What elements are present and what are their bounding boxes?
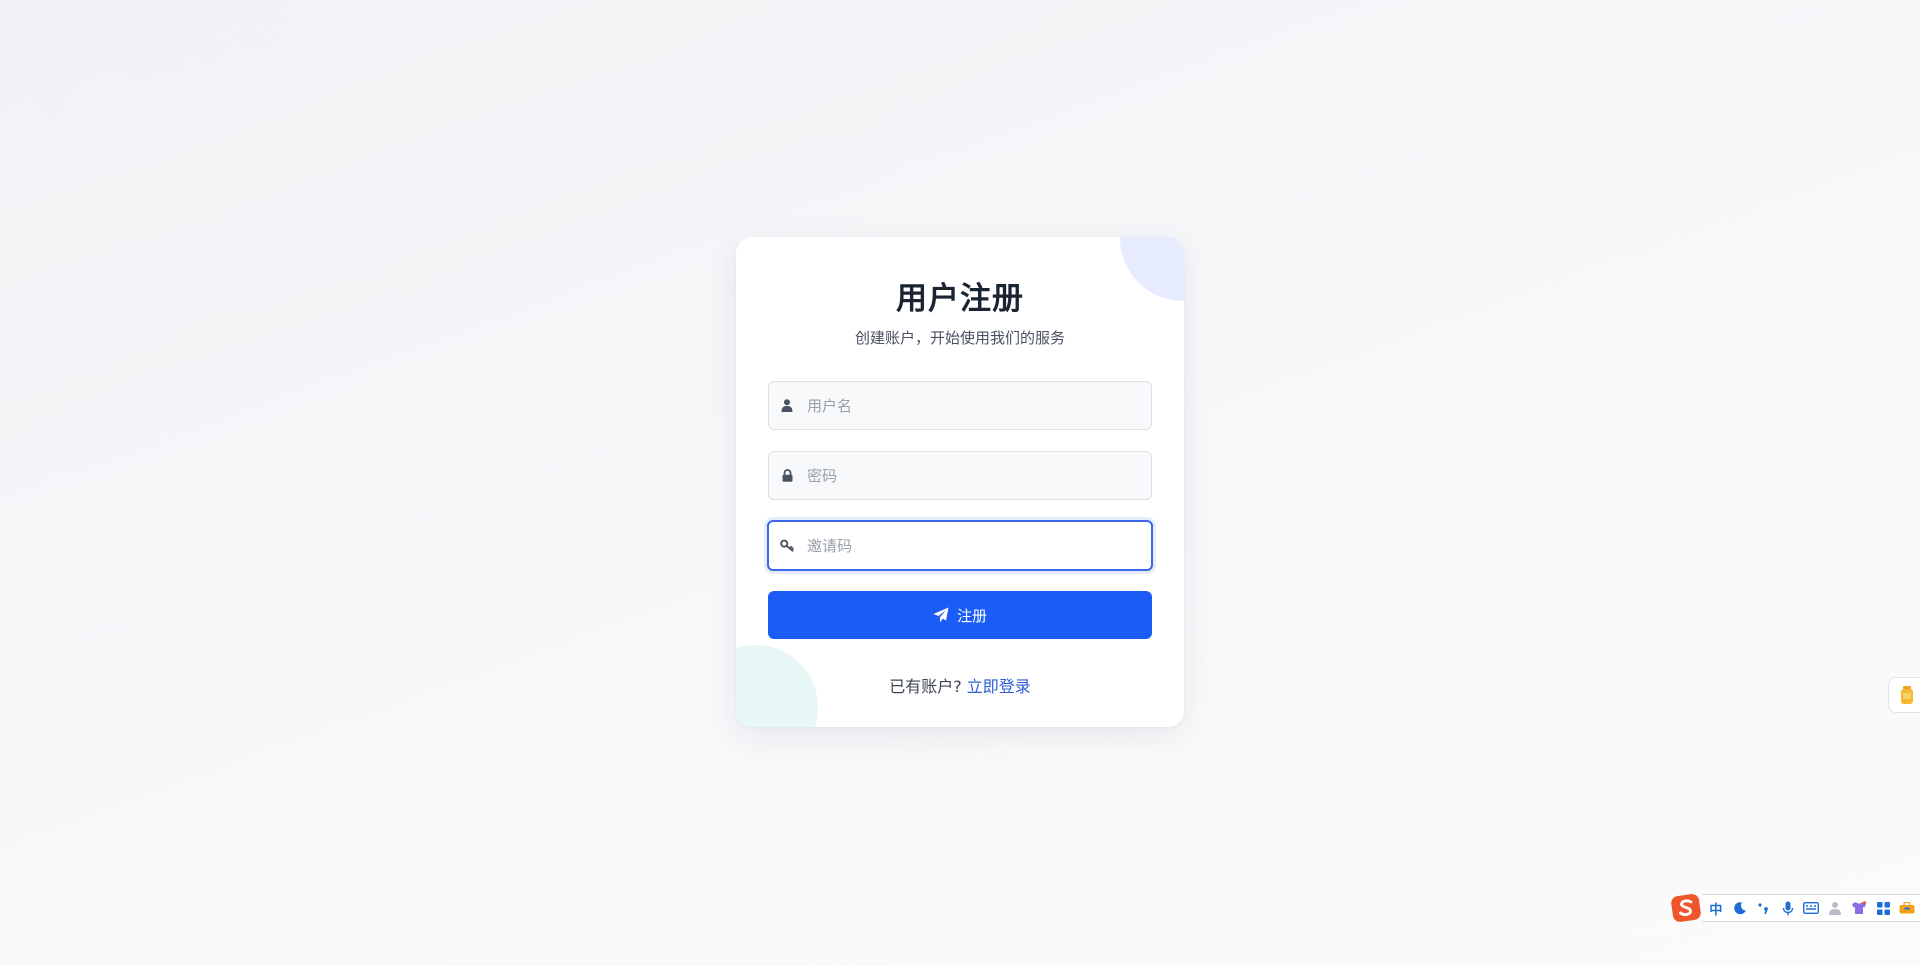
password-field[interactable] (768, 451, 1152, 500)
login-prompt: 已有账户? 立即登录 (736, 673, 1184, 697)
toolbox-icon[interactable] (1897, 898, 1917, 918)
jar-icon (1899, 685, 1915, 705)
ime-toolbar: 中 (1670, 893, 1920, 923)
user-icon[interactable] (1825, 898, 1845, 918)
ime-strip: 中 (1702, 894, 1920, 922)
page-title: 用户注册 (896, 281, 1024, 317)
punctuation-icon[interactable] (1754, 898, 1774, 918)
register-button-label: 注册 (956, 606, 987, 625)
page-subtitle: 创建账户，开始使用我们的服务 (854, 329, 1065, 347)
invite-code-input[interactable] (807, 522, 1137, 569)
ime-mode-toggle[interactable]: 中 (1706, 898, 1726, 918)
login-prompt-text: 已有账户? (889, 677, 962, 696)
invite-code-field[interactable] (767, 520, 1153, 571)
microphone-icon[interactable] (1778, 898, 1798, 918)
register-card: 用户注册 创建账户，开始使用我们的服务 用户名 邀请码 注册 已有账户? 立即登… (736, 237, 1184, 727)
lock-icon (780, 469, 794, 483)
keyboard-icon[interactable] (1801, 898, 1821, 918)
username-field[interactable] (768, 381, 1152, 430)
paper-plane-icon (933, 607, 949, 623)
key-icon (780, 539, 794, 553)
floating-side-widget[interactable] (1888, 677, 1920, 713)
username-input[interactable] (807, 382, 1137, 429)
password-input[interactable] (807, 452, 1137, 499)
skin-icon[interactable] (1849, 898, 1869, 918)
apps-grid-icon[interactable] (1873, 898, 1893, 918)
register-button[interactable]: 注册 (768, 591, 1152, 639)
login-link[interactable]: 立即登录 (967, 677, 1031, 696)
user-icon (780, 399, 794, 413)
moon-icon[interactable] (1730, 898, 1750, 918)
sogou-logo-icon[interactable] (1670, 893, 1702, 923)
